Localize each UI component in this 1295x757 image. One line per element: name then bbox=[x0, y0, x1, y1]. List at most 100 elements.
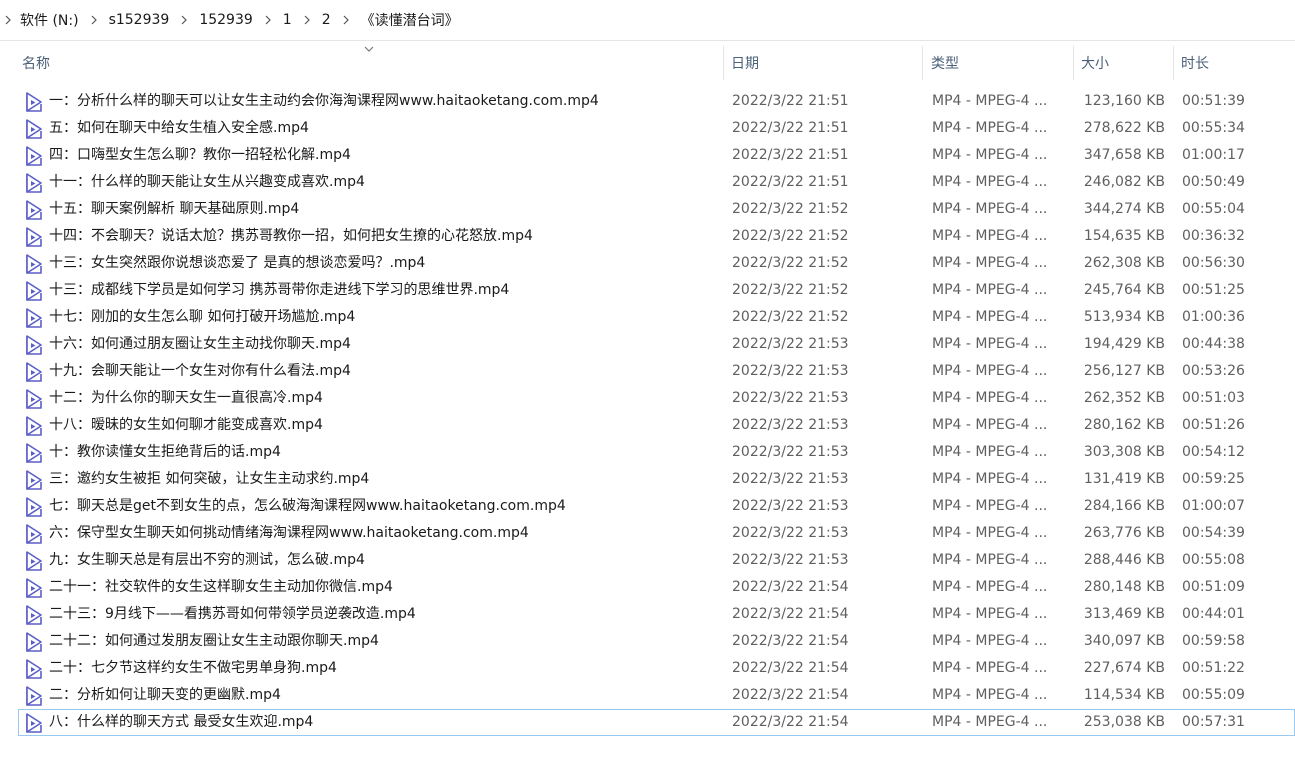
breadcrumb: 软件 (N:) s152939 152939 1 2 《读懂潜台词》 bbox=[0, 0, 1295, 41]
file-date: 2022/3/22 21:53 bbox=[732, 390, 849, 406]
video-file-icon bbox=[24, 470, 46, 490]
file-size: 256,127 KB bbox=[1083, 363, 1165, 379]
column-divider[interactable] bbox=[723, 46, 724, 80]
file-row[interactable]: 十七：刚加的女生怎么聊 如何打破开场尴尬.mp4 2022/3/22 21:52 M… bbox=[18, 304, 1295, 331]
file-row[interactable]: 十：教你读懂女生拒绝背后的话.mp4 2022/3/22 21:53 MP4 - M… bbox=[18, 439, 1295, 466]
video-file-icon bbox=[24, 578, 46, 598]
video-file-icon bbox=[24, 389, 46, 409]
file-row[interactable]: 四：口嗨型女生怎么聊？教你一招轻松化解.mp4 2022/3/22 21:51 MP… bbox=[18, 142, 1295, 169]
breadcrumb-item[interactable]: s152939 bbox=[105, 12, 174, 28]
file-type: MP4 - MPEG-4 ... bbox=[932, 471, 1048, 487]
breadcrumb-item[interactable]: 1 bbox=[279, 12, 296, 28]
chevron-right-icon[interactable] bbox=[257, 15, 279, 25]
chevron-right-icon[interactable] bbox=[173, 15, 195, 25]
file-name: 十三：女生突然跟你说想谈恋爱了 是真的想谈恋爱吗？.mp4 bbox=[49, 255, 426, 271]
file-row[interactable]: 九：女生聊天总是有层出不穷的测试，怎么破.mp4 2022/3/22 21:53 M… bbox=[18, 547, 1295, 574]
chevron-right-icon[interactable] bbox=[335, 15, 357, 25]
file-size: 253,038 KB bbox=[1083, 714, 1165, 730]
file-size: 513,934 KB bbox=[1083, 309, 1165, 325]
file-row[interactable]: 十三：女生突然跟你说想谈恋爱了 是真的想谈恋爱吗？.mp4 2022/3/22 2… bbox=[18, 250, 1295, 277]
file-date: 2022/3/22 21:54 bbox=[732, 660, 849, 676]
file-row[interactable]: 二：分析如何让聊天变的更幽默.mp4 2022/3/22 21:54 MP4 - M… bbox=[18, 682, 1295, 709]
file-row[interactable]: 十一：什么样的聊天能让女生从兴趣变成喜欢.mp4 2022/3/22 21:51 M… bbox=[18, 169, 1295, 196]
file-size: 278,622 KB bbox=[1083, 120, 1165, 136]
file-date: 2022/3/22 21:53 bbox=[732, 552, 849, 568]
file-name: 二十二：如何通过发朋友圈让女生主动跟你聊天.mp4 bbox=[49, 633, 379, 649]
column-header-name-label: 名称 bbox=[22, 56, 50, 72]
breadcrumb-item[interactable]: 《读懂潜台词》 bbox=[357, 10, 463, 30]
file-type: MP4 - MPEG-4 ... bbox=[932, 714, 1048, 730]
file-name: 一：分析什么样的聊天可以让女生主动约会你海淘课程网www.haitaoketan… bbox=[49, 93, 599, 109]
file-name: 二：分析如何让聊天变的更幽默.mp4 bbox=[49, 687, 281, 703]
file-size: 263,776 KB bbox=[1083, 525, 1165, 541]
file-list: 一：分析什么样的聊天可以让女生主动约会你海淘课程网www.haitaoketan… bbox=[18, 88, 1295, 736]
video-file-icon bbox=[24, 416, 46, 436]
video-file-icon bbox=[24, 713, 46, 733]
file-row[interactable]: 二十：七夕节这样约女生不做宅男单身狗.mp4 2022/3/22 21:54 MP4… bbox=[18, 655, 1295, 682]
file-name: 二十一：社交软件的女生这样聊女生主动加你微信.mp4 bbox=[49, 579, 393, 595]
file-name: 十：教你读懂女生拒绝背后的话.mp4 bbox=[49, 444, 281, 460]
file-name: 五：如何在聊天中给女生植入安全感.mp4 bbox=[49, 120, 309, 136]
breadcrumb-item[interactable]: 软件 (N:) bbox=[16, 10, 83, 30]
video-file-icon bbox=[24, 524, 46, 544]
file-row[interactable]: 二十三：9月线下——看携苏哥如何带领学员逆袭改造.mp4 2022/3/22 21… bbox=[18, 601, 1295, 628]
file-row[interactable]: 十五：聊天案例解析 聊天基础原则.mp4 2022/3/22 21:52 MP4 -… bbox=[18, 196, 1295, 223]
file-row[interactable]: 五：如何在聊天中给女生植入安全感.mp4 2022/3/22 21:51 MP4 -… bbox=[18, 115, 1295, 142]
column-divider[interactable] bbox=[1073, 46, 1074, 80]
file-date: 2022/3/22 21:53 bbox=[732, 336, 849, 352]
file-date: 2022/3/22 21:53 bbox=[732, 444, 849, 460]
file-size: 194,429 KB bbox=[1083, 336, 1165, 352]
file-row[interactable]: 十四：不会聊天？说话太尬？携苏哥教你一招，如何把女生撩的心花怒放.mp4 2022… bbox=[18, 223, 1295, 250]
file-row[interactable]: 二十一：社交软件的女生这样聊女生主动加你微信.mp4 2022/3/22 21:5… bbox=[18, 574, 1295, 601]
file-type: MP4 - MPEG-4 ... bbox=[932, 417, 1048, 433]
file-duration: 01:00:07 bbox=[1182, 498, 1245, 514]
column-header-type[interactable]: 类型 bbox=[931, 44, 1071, 82]
file-type: MP4 - MPEG-4 ... bbox=[932, 255, 1048, 271]
file-row[interactable]: 一：分析什么样的聊天可以让女生主动约会你海淘课程网www.haitaoketan… bbox=[18, 88, 1295, 115]
file-size: 344,274 KB bbox=[1083, 201, 1165, 217]
file-row[interactable]: 十八：暧昧的女生如何聊才能变成喜欢.mp4 2022/3/22 21:53 MP4 … bbox=[18, 412, 1295, 439]
column-divider[interactable] bbox=[1173, 46, 1174, 80]
column-header-name[interactable]: 名称 bbox=[22, 44, 722, 82]
file-duration: 01:00:17 bbox=[1182, 147, 1245, 163]
column-header-type-label: 类型 bbox=[931, 56, 959, 72]
breadcrumb-item[interactable]: 2 bbox=[318, 12, 335, 28]
file-row[interactable]: 十九：会聊天能让一个女生对你有什么看法.mp4 2022/3/22 21:53 MP… bbox=[18, 358, 1295, 385]
file-row[interactable]: 三：邀约女生被拒 如何突破，让女生主动求约.mp4 2022/3/22 21:53… bbox=[18, 466, 1295, 493]
breadcrumb-item[interactable]: 152939 bbox=[195, 12, 256, 28]
video-file-icon bbox=[24, 443, 46, 463]
video-file-icon bbox=[24, 335, 46, 355]
chevron-right-icon[interactable] bbox=[0, 15, 16, 25]
file-duration: 00:51:09 bbox=[1182, 579, 1245, 595]
file-name: 九：女生聊天总是有层出不穷的测试，怎么破.mp4 bbox=[49, 552, 365, 568]
file-date: 2022/3/22 21:51 bbox=[732, 174, 849, 190]
column-header-date[interactable]: 日期 bbox=[731, 44, 921, 82]
file-row[interactable]: 二十二：如何通过发朋友圈让女生主动跟你聊天.mp4 2022/3/22 21:54… bbox=[18, 628, 1295, 655]
chevron-right-icon[interactable] bbox=[296, 15, 318, 25]
video-file-icon bbox=[24, 632, 46, 652]
video-file-icon bbox=[24, 497, 46, 517]
file-name: 八：什么样的聊天方式 最受女生欢迎.mp4 bbox=[49, 714, 314, 730]
file-size: 262,352 KB bbox=[1083, 390, 1165, 406]
column-divider[interactable] bbox=[922, 46, 923, 80]
file-row[interactable]: 七：聊天总是get不到女生的点，怎么破海淘课程网www.haitaoketang… bbox=[18, 493, 1295, 520]
file-row[interactable]: 十三：成都线下学员是如何学习 携苏哥带你走进线下学习的思维世界.mp4 2022/… bbox=[18, 277, 1295, 304]
file-date: 2022/3/22 21:51 bbox=[732, 93, 849, 109]
video-file-icon bbox=[24, 92, 46, 112]
file-duration: 00:55:04 bbox=[1182, 201, 1245, 217]
file-duration: 00:57:31 bbox=[1182, 714, 1245, 730]
file-duration: 00:51:03 bbox=[1182, 390, 1245, 406]
column-header-size[interactable]: 大小 bbox=[1081, 44, 1171, 82]
file-duration: 00:53:26 bbox=[1182, 363, 1245, 379]
video-file-icon bbox=[24, 119, 46, 139]
file-row[interactable]: 十六：如何通过朋友圈让女生主动找你聊天.mp4 2022/3/22 21:53 MP… bbox=[18, 331, 1295, 358]
file-type: MP4 - MPEG-4 ... bbox=[932, 633, 1048, 649]
file-type: MP4 - MPEG-4 ... bbox=[932, 606, 1048, 622]
file-date: 2022/3/22 21:54 bbox=[732, 633, 849, 649]
file-row[interactable]: 六：保守型女生聊天如何挑动情绪海淘课程网www.haitaoketang.com… bbox=[18, 520, 1295, 547]
file-row[interactable]: 十二：为什么你的聊天女生一直很高冷.mp4 2022/3/22 21:53 MP4 … bbox=[18, 385, 1295, 412]
chevron-right-icon[interactable] bbox=[83, 15, 105, 25]
file-date: 2022/3/22 21:52 bbox=[732, 201, 849, 217]
file-row[interactable]: 八：什么样的聊天方式 最受女生欢迎.mp4 2022/3/22 21:54 MP4 … bbox=[18, 709, 1295, 736]
column-header-duration[interactable]: 时长 bbox=[1181, 44, 1291, 82]
